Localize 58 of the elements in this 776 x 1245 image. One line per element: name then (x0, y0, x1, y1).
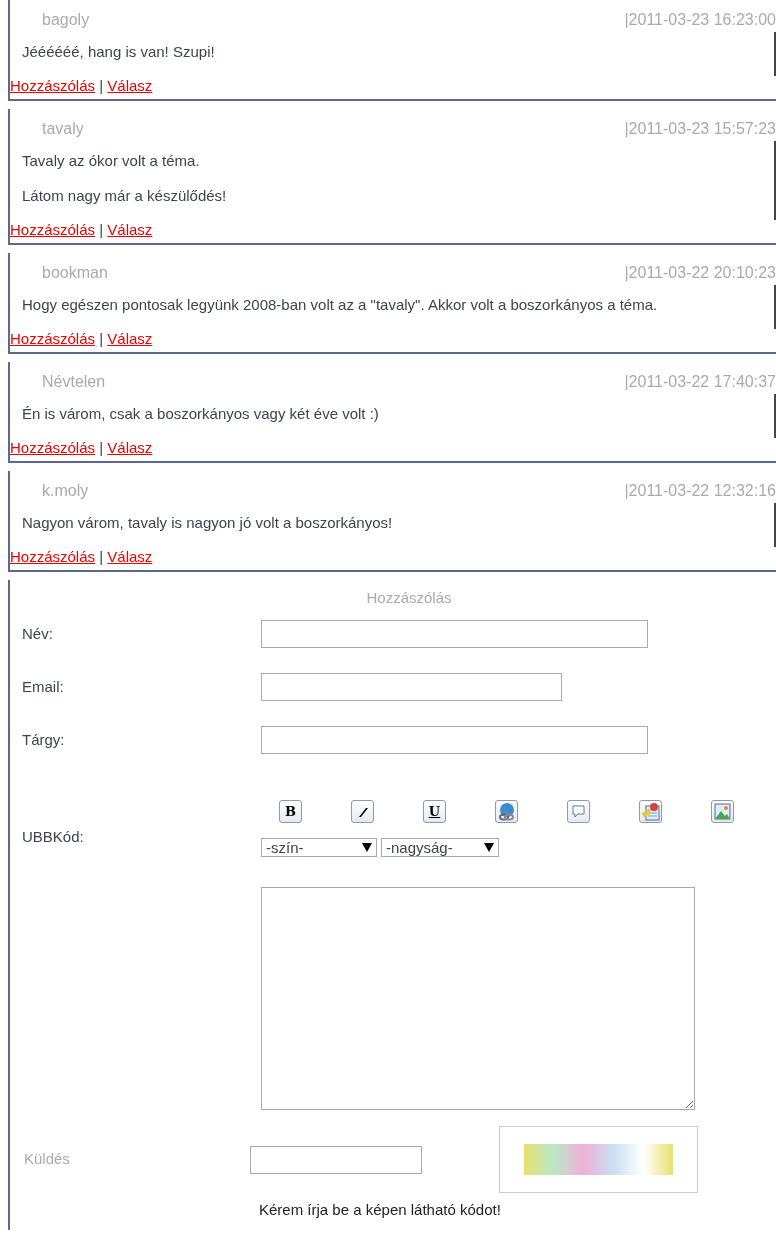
address-card-icon (641, 802, 660, 821)
input-field[interactable] (261, 673, 562, 701)
comment-text: Látom nagy már a készülődés! (22, 186, 228, 206)
globe-link-icon (497, 802, 516, 821)
select-field[interactable]: -szín- (261, 838, 377, 857)
link-separator: | (99, 330, 104, 347)
comment-link[interactable]: Hozzászólás (10, 221, 96, 238)
underline-button[interactable]: U (423, 800, 446, 823)
field-label: UBBKód: (22, 827, 85, 847)
link-separator: | (99, 439, 104, 456)
italic-button[interactable] (351, 800, 374, 823)
field-label: Név: (22, 623, 54, 644)
select-field[interactable]: -nagyság- (381, 838, 499, 857)
reply-link[interactable]: Válasz (107, 439, 153, 456)
captcha-input[interactable] (250, 1145, 422, 1174)
comment-text: Hogy egészen pontosak legyünk 2008-ban volt az a "tavaly". Akkor volt a boszorkányos a téma. (22, 295, 659, 315)
captcha-hint: Kérem írja be a képen látható kódot! (259, 1200, 502, 1220)
comment-date: |2011-03-22 12:32:16 (624, 481, 776, 501)
dropdown-arrow-icon (362, 843, 372, 852)
comment-date: |2011-03-23 16:23:00 (624, 10, 776, 30)
comment-text: Jéééééé, hang is van! Szupi! (22, 42, 216, 62)
comment-link[interactable]: Hozzászólás (10, 548, 96, 565)
comment-date: |2011-03-23 15:57:23 (624, 119, 776, 139)
quote-button[interactable] (567, 800, 590, 823)
author-name: Névtelen (42, 372, 106, 392)
input-field[interactable] (261, 620, 648, 648)
input-field[interactable] (261, 726, 648, 754)
link-separator: | (99, 77, 104, 94)
form-title: Hozzászólás (365, 588, 453, 608)
reply-link[interactable]: Válasz (107, 221, 153, 238)
submit-link[interactable]: Küldés (22, 1148, 250, 1171)
reply-link[interactable]: Válasz (107, 330, 153, 347)
speech-bubble-icon (572, 805, 585, 818)
link-separator: | (99, 221, 104, 238)
author-name: tavaly (42, 119, 84, 139)
comment-date: |2011-03-22 20:10:23 (624, 263, 776, 283)
author-name: bagoly (42, 10, 90, 30)
field-label: Email: (22, 676, 65, 697)
author-name: k.moly (42, 481, 89, 501)
comment-link[interactable]: Hozzászólás (10, 77, 96, 94)
dropdown-arrow-icon (484, 843, 494, 852)
image-icon (714, 803, 731, 820)
comment-link[interactable]: Hozzászólás (10, 330, 96, 347)
image-button[interactable] (711, 800, 734, 823)
reply-link[interactable]: Válasz (107, 548, 153, 565)
field-label: Tárgy: (22, 729, 66, 750)
reply-link[interactable]: Válasz (107, 77, 153, 94)
link-separator: | (99, 548, 104, 565)
comment-date: |2011-03-22 17:40:37 (624, 372, 776, 392)
comment-text: Én is várom, csak a boszorkányos vagy két éve volt :) (22, 404, 380, 424)
author-name: bookman (42, 263, 108, 283)
comment-text: Nagyon várom, tavaly is nagyon jó volt a boszorkányos! (22, 513, 394, 533)
slanted-bar-icon (356, 805, 369, 818)
comment-link[interactable]: Hozzászólás (10, 439, 96, 456)
bold-button[interactable]: B (279, 800, 302, 823)
link-button[interactable] (495, 800, 518, 823)
email-button[interactable] (639, 800, 662, 823)
comment-text: Tavaly az ókor volt a téma. (22, 151, 201, 171)
